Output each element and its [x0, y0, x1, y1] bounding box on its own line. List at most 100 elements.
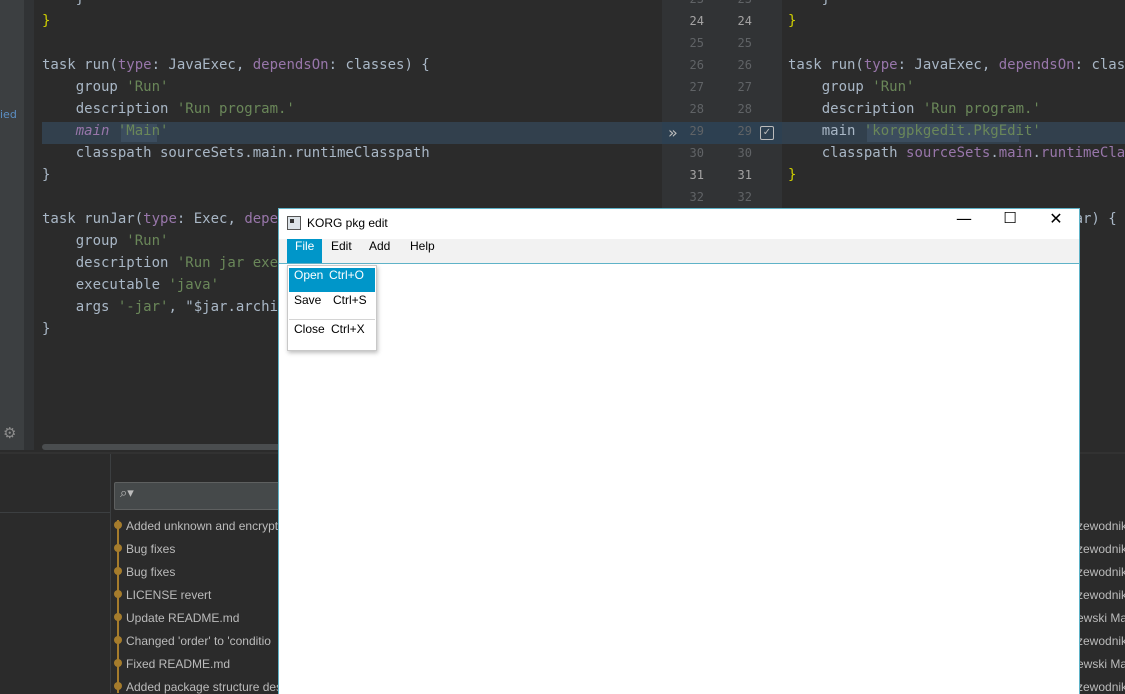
commit-message[interactable]: LICENSE revert: [126, 588, 211, 602]
search-icon: ⌕▾: [120, 486, 134, 501]
file-menu-dropdown: Open Ctrl+O Save Ctrl+S Close Ctrl+X: [287, 265, 377, 351]
code-token: 'java': [168, 277, 220, 293]
menu-separator: [289, 319, 375, 320]
commit-message[interactable]: Bug fixes: [126, 542, 175, 556]
commit-author: zewodnik: [1077, 565, 1125, 579]
menu-item-shortcut: Ctrl+O: [329, 268, 365, 282]
checkbox-icon[interactable]: ✓: [760, 126, 774, 140]
menu-item-save[interactable]: Save Ctrl+S: [289, 293, 375, 317]
code-token: : classes) {: [328, 57, 430, 73]
code-token: main: [998, 145, 1033, 161]
line-number-left: 29: [689, 124, 704, 138]
code-token: .: [990, 145, 999, 161]
commit-author: zewodnik: [1077, 588, 1125, 602]
code-token: }: [788, 167, 797, 183]
commit-node: [114, 590, 122, 598]
code-token: description: [42, 101, 177, 117]
right-diff-editor[interactable]: }} task run(type: JavaExec, dependsOn: cl…: [788, 0, 1125, 230]
commit-message[interactable]: Added package structure des: [126, 680, 282, 694]
window-title: KORG pkg edit: [307, 216, 388, 230]
code-line: main 'Main': [42, 120, 662, 142]
commit-node: [114, 521, 122, 529]
code-token: 'Run': [126, 79, 169, 95]
code-token: task runJar(: [42, 211, 144, 227]
code-line: }: [42, 0, 662, 10]
line-number-left: 28: [689, 102, 704, 116]
code-token: args: [42, 299, 118, 315]
line-number-left: 24: [689, 14, 704, 28]
commit-author: zewodnik: [1077, 519, 1125, 533]
code-token: 'Run': [872, 79, 915, 95]
line-number-left: 31: [689, 168, 704, 182]
code-token: type: [863, 57, 898, 73]
code-token: 'Run program.': [176, 101, 295, 117]
code-token: classpath sourceSets.main.runtimeClasspa…: [42, 145, 430, 161]
line-number-right: 30: [737, 146, 752, 160]
code-token: .: [1032, 145, 1041, 161]
code-token: : JavaExec,: [897, 57, 999, 73]
left-editor-gutter: [24, 0, 34, 450]
line-number-right: 23: [722, 0, 752, 6]
menu-item-close[interactable]: Close Ctrl+X: [289, 322, 375, 346]
menu-item-label: Open: [294, 268, 324, 282]
close-icon[interactable]: ✕: [1033, 209, 1079, 239]
menu-help[interactable]: Help: [402, 239, 443, 263]
line-number-right: 27: [737, 80, 752, 94]
commit-node: [114, 613, 122, 621]
code-token: : JavaExec,: [151, 57, 253, 73]
code-line: }: [788, 10, 1125, 32]
line-number-right: 31: [737, 168, 752, 182]
minimize-icon[interactable]: —: [941, 209, 987, 239]
code-token: }: [42, 167, 51, 183]
commit-author: zewodnik: [1077, 542, 1125, 556]
menu-edit[interactable]: Edit: [323, 239, 360, 263]
menu-item-shortcut: Ctrl+S: [333, 293, 367, 307]
maximize-icon[interactable]: ☐: [987, 209, 1033, 239]
code-token: main: [788, 123, 864, 139]
line-number-right: 29: [737, 124, 752, 138]
code-line: group 'Run': [42, 76, 662, 98]
merge-arrow-icon[interactable]: »: [668, 123, 678, 142]
code-line: }: [788, 164, 1125, 186]
line-number-left: 26: [689, 58, 704, 72]
git-log-branches: [0, 454, 111, 693]
changes-annotation: ied: [0, 108, 17, 121]
code-line: group 'Run': [788, 76, 1125, 98]
gear-icon[interactable]: ⚙: [3, 424, 16, 442]
commit-node: [114, 659, 122, 667]
code-token: main: [75, 123, 110, 139]
commit-message[interactable]: Fixed README.md: [126, 657, 230, 671]
commit-message[interactable]: Added unknown and encrypt: [126, 519, 278, 533]
line-number-right: 24: [737, 14, 752, 28]
line-number-right: 26: [737, 58, 752, 72]
commit-message[interactable]: Update README.md: [126, 611, 239, 625]
menu-add[interactable]: Add: [361, 239, 398, 263]
line-number-left: 27: [689, 80, 704, 94]
code-token: group: [42, 233, 127, 249]
menu-file[interactable]: File: [287, 239, 323, 263]
log-search-input[interactable]: [114, 482, 286, 510]
window-titlebar[interactable]: KORG pkg edit — ☐ ✕: [279, 209, 1079, 239]
code-line: task run(type: JavaExec, dependsOn: clas…: [788, 54, 1125, 76]
code-token: 'korgpkgedit.PkgEdit': [863, 123, 1041, 139]
horizontal-scrollbar[interactable]: [42, 444, 282, 450]
code-token: executable: [42, 277, 169, 293]
korg-app-window: KORG pkg edit — ☐ ✕ File Edit Add Help O…: [278, 208, 1080, 694]
code-token: : Exec,: [176, 211, 245, 227]
code-token: }: [788, 13, 797, 29]
ide-left-toolbar: [0, 0, 24, 450]
code-token: description: [42, 255, 177, 271]
line-number-left: 32: [689, 190, 704, 204]
line-number-right: 25: [737, 36, 752, 50]
menu-item-shortcut: Ctrl+X: [331, 322, 365, 336]
menu-item-open[interactable]: Open Ctrl+O: [289, 268, 375, 292]
commit-message[interactable]: Bug fixes: [126, 565, 175, 579]
commit-message[interactable]: Changed 'order' to 'conditio: [126, 634, 271, 648]
code-token: type: [143, 211, 177, 227]
code-token: }: [42, 321, 51, 337]
